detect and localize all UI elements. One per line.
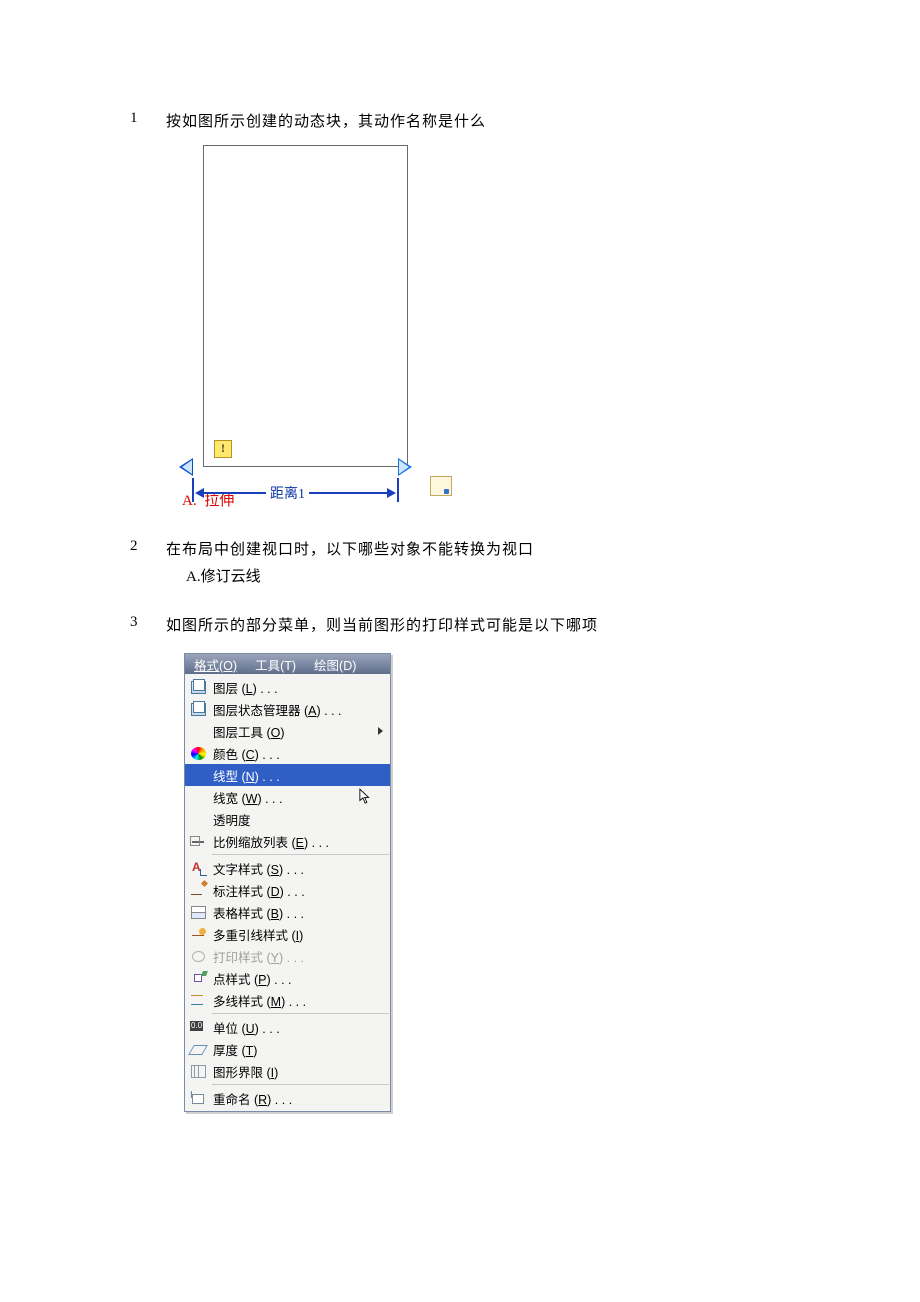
ic-table-icon: [190, 905, 207, 920]
q1-figure: ! 距离1: [186, 145, 476, 467]
dimension-label: 距离1: [266, 483, 309, 503]
menu-item-label: 标注样式 (D) . . .: [213, 881, 385, 900]
blank-icon: [190, 790, 207, 805]
menu-item[interactable]: 图形界限 (I): [185, 1060, 390, 1082]
q1-number: 1: [130, 110, 166, 127]
menu-item-label: 线型 (N) . . .: [213, 766, 385, 785]
menu-item-label: 图层 (L) . . .: [213, 678, 385, 697]
menu-item[interactable]: 单位 (U) . . .: [185, 1016, 390, 1038]
format-menu: 格式(O) 工具(T) 绘图(D) 图层 (L) . . . 图层状态管理器 (A…: [184, 653, 391, 1112]
q1-text: 按如图所示创建的动态块，其动作名称是什么: [166, 110, 830, 131]
menu-separator: [212, 1084, 389, 1085]
ic-scale-icon: [190, 834, 207, 849]
menu-item[interactable]: 点样式 (P) . . .: [185, 967, 390, 989]
menu-item-label: 单位 (U) . . .: [213, 1018, 385, 1037]
ic-layer-icon: [190, 680, 207, 695]
ic-thick-icon: [190, 1042, 207, 1057]
menu-body: 图层 (L) . . . 图层状态管理器 (A) . . . 图层工具 (O) 颜色 …: [185, 674, 390, 1111]
menu-item-label: 多线样式 (M) . . .: [213, 991, 385, 1010]
ic-point-icon: [190, 971, 207, 986]
menu-item[interactable]: 文字样式 (S) . . .: [185, 857, 390, 879]
menu-separator: [212, 1013, 389, 1014]
dim-arrow-left-icon: [195, 488, 204, 498]
dynamic-block-rect: !: [203, 145, 408, 467]
stretch-handles: 距离1: [179, 454, 412, 484]
menu-item-label: 图层状态管理器 (A) . . .: [213, 700, 385, 719]
menu-item-label: 透明度: [213, 810, 385, 829]
menu-item[interactable]: 多重引线样式 (I): [185, 923, 390, 945]
q3-text: 如图所示的部分菜单，则当前图形的打印样式可能是以下哪项: [166, 614, 830, 635]
menu-item-label: 颜色 (C) . . .: [213, 744, 385, 763]
menu-item-label: 图形界限 (I): [213, 1062, 385, 1081]
blank-icon: [190, 768, 207, 783]
menu-item[interactable]: 重命名 (R) . . .: [185, 1087, 390, 1109]
menu-item-label: 打印样式 (Y) . . .: [213, 947, 385, 966]
menu-item-label: 文字样式 (S) . . .: [213, 859, 385, 878]
ic-text-icon: [190, 861, 207, 876]
menu-item[interactable]: 标注样式 (D) . . .: [185, 879, 390, 901]
ic-dim-icon: [190, 883, 207, 898]
menu-item-label: 多重引线样式 (I): [213, 925, 385, 944]
q2-text: 在布局中创建视口时，以下哪些对象不能转换为视口: [166, 538, 830, 559]
menu-item[interactable]: 图层工具 (O): [185, 720, 390, 742]
menu-item[interactable]: 比例缩放列表 (E) . . .: [185, 830, 390, 852]
menu-item-label: 线宽 (W) . . .: [213, 788, 385, 807]
menu-item-label: 重命名 (R) . . .: [213, 1089, 385, 1108]
block-grip-icon: [430, 476, 452, 496]
menu-item[interactable]: 多线样式 (M) . . .: [185, 989, 390, 1011]
ic-unit-icon: [190, 1020, 207, 1035]
menu-item[interactable]: 线型 (N) . . .: [185, 764, 390, 786]
dimension-bar: 距离1: [192, 484, 399, 502]
ic-mline-icon: [190, 993, 207, 1008]
menu-separator: [212, 854, 389, 855]
menu-item-label: 点样式 (P) . . .: [213, 969, 385, 988]
ic-limit-icon: [190, 1064, 207, 1079]
submenu-arrow-icon: [378, 727, 383, 735]
menu-item-label: 图层工具 (O): [213, 722, 372, 741]
blank-icon: [190, 724, 207, 739]
menu-item-label: 厚度 (T): [213, 1040, 385, 1059]
menu-item: 打印样式 (Y) . . .: [185, 945, 390, 967]
menu-tab-draw[interactable]: 绘图(D): [310, 655, 360, 674]
ic-rename-icon: [190, 1091, 207, 1106]
ic-layer-icon: [190, 702, 207, 717]
blank-icon: [190, 812, 207, 827]
ic-color-icon: [190, 746, 207, 761]
ic-print-icon: [190, 949, 207, 964]
menu-item[interactable]: 颜色 (C) . . .: [185, 742, 390, 764]
menu-item[interactable]: 厚度 (T): [185, 1038, 390, 1060]
menu-tab-tools[interactable]: 工具(T): [251, 655, 300, 674]
menu-item[interactable]: 线宽 (W) . . .: [185, 786, 390, 808]
menu-item[interactable]: 透明度: [185, 808, 390, 830]
ic-mlead-icon: [190, 927, 207, 942]
menu-titlebar: 格式(O) 工具(T) 绘图(D): [185, 654, 390, 674]
menu-item-label: 表格样式 (B) . . .: [213, 903, 385, 922]
menu-item[interactable]: 图层 (L) . . .: [185, 676, 390, 698]
menu-tab-format[interactable]: 格式(O): [190, 655, 241, 674]
menu-item-label: 比例缩放列表 (E) . . .: [213, 832, 385, 851]
q2-number: 2: [130, 538, 166, 555]
dim-arrow-right-icon: [387, 488, 396, 498]
menu-item[interactable]: 表格样式 (B) . . .: [185, 901, 390, 923]
q2-answer: A.修订云线: [186, 565, 830, 586]
menu-item[interactable]: 图层状态管理器 (A) . . .: [185, 698, 390, 720]
q3-number: 3: [130, 614, 166, 631]
